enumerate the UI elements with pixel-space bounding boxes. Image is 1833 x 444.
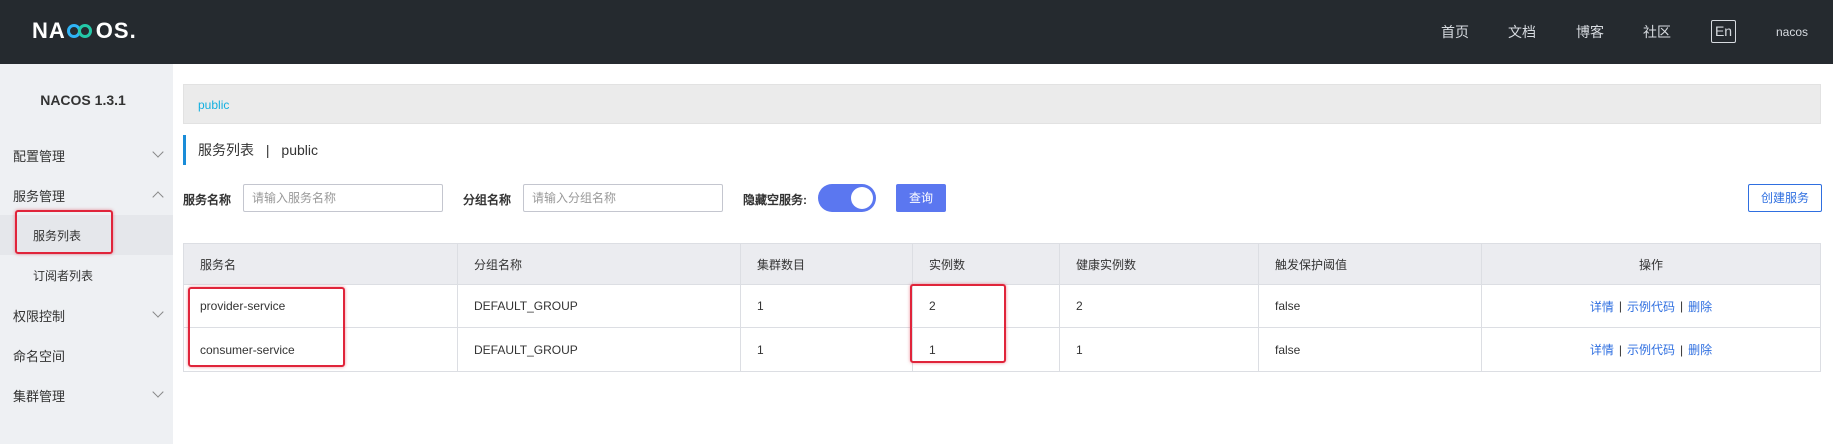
- sidebar-item-access-control[interactable]: 权限控制: [0, 295, 173, 335]
- user-menu[interactable]: nacos: [1776, 25, 1808, 39]
- sidebar-item-label: 集群管理: [13, 388, 66, 404]
- table-header-row: 服务名 分组名称 集群数目 实例数 健康实例数 触发保护阈值 操作: [184, 244, 1820, 285]
- hide-empty-services-toggle[interactable]: [818, 184, 876, 212]
- sidebar-item-cluster-management[interactable]: 集群管理: [0, 375, 173, 415]
- cell-healthy-instance-count: 1: [1060, 328, 1259, 371]
- service-name-input[interactable]: [243, 184, 443, 212]
- cell-instance-count: 2: [913, 285, 1060, 327]
- service-name-label: 服务名称: [183, 193, 232, 207]
- group-name-input[interactable]: [523, 184, 723, 212]
- cell-instance-count: 1: [913, 328, 1060, 371]
- column-header-cluster-count[interactable]: 集群数目: [741, 244, 913, 284]
- delete-link[interactable]: 删除: [1688, 341, 1712, 358]
- nacos-logo[interactable]: NA OS.: [32, 18, 137, 44]
- sidebar-item-label: 命名空间: [13, 348, 66, 364]
- cell-service-name: consumer-service: [184, 328, 458, 371]
- nav-docs[interactable]: 文档: [1508, 22, 1536, 42]
- sidebar-item-label: 服务管理: [13, 188, 66, 204]
- nav-home[interactable]: 首页: [1441, 22, 1469, 42]
- cell-protect-threshold: false: [1259, 328, 1482, 371]
- table-row: provider-service DEFAULT_GROUP 1 2 2 fal…: [184, 285, 1820, 328]
- cell-protect-threshold: false: [1259, 285, 1482, 327]
- column-header-protect-threshold[interactable]: 触发保护阈值: [1259, 244, 1482, 284]
- sidebar-subitem-label: 订阅者列表: [33, 268, 94, 283]
- nav-community[interactable]: 社区: [1643, 22, 1671, 42]
- sidebar-subitem-label: 服务列表: [33, 228, 82, 243]
- detail-link[interactable]: 详情: [1590, 341, 1614, 358]
- cell-cluster-count: 1: [741, 285, 913, 327]
- sidebar-subitem-service-list[interactable]: 服务列表: [0, 215, 173, 255]
- language-toggle-button[interactable]: En: [1711, 20, 1736, 43]
- cell-actions: 详情 | 示例代码 | 删除: [1589, 341, 1713, 358]
- chevron-down-icon: [152, 306, 164, 318]
- cell-healthy-instance-count: 2: [1060, 285, 1259, 327]
- column-header-actions: 操作: [1638, 257, 1663, 272]
- sidebar-subitem-subscriber-list[interactable]: 订阅者列表: [0, 255, 173, 295]
- sidebar-item-label: 权限控制: [13, 308, 66, 324]
- hide-empty-services-label: 隐藏空服务:: [743, 193, 807, 207]
- column-header-healthy-instance-count[interactable]: 健康实例数: [1060, 244, 1259, 284]
- namespace-link-public[interactable]: public: [198, 98, 229, 112]
- column-header-instance-count[interactable]: 实例数: [913, 244, 1060, 284]
- column-header-group-name[interactable]: 分组名称: [458, 244, 741, 284]
- detail-link[interactable]: 详情: [1590, 298, 1614, 315]
- sidebar-item-service-management[interactable]: 服务管理: [0, 175, 173, 215]
- sidebar: NACOS 1.3.1 配置管理 服务管理 服务列表 订阅者列表 权限控制 命名…: [0, 64, 173, 444]
- delete-link[interactable]: 删除: [1688, 298, 1712, 315]
- cell-group-name: DEFAULT_GROUP: [458, 328, 741, 371]
- column-header-service-name[interactable]: 服务名: [184, 244, 458, 284]
- table-row: consumer-service DEFAULT_GROUP 1 1 1 fal…: [184, 328, 1820, 371]
- sidebar-item-config-management[interactable]: 配置管理: [0, 135, 173, 175]
- logo-rings-icon: [66, 24, 95, 38]
- version-label: NACOS 1.3.1: [40, 92, 126, 108]
- sample-code-link[interactable]: 示例代码: [1627, 341, 1675, 358]
- page-title: 服务列表 | public: [183, 135, 318, 165]
- chevron-down-icon: [152, 386, 164, 398]
- sidebar-item-namespace[interactable]: 命名空间: [0, 335, 173, 375]
- chevron-down-icon: [152, 146, 164, 158]
- cell-service-name: provider-service: [184, 285, 458, 327]
- sidebar-item-label: 配置管理: [13, 148, 66, 164]
- service-table: 服务名 分组名称 集群数目 实例数 健康实例数 触发保护阈值 操作 provid…: [183, 243, 1821, 372]
- create-service-button[interactable]: 创建服务: [1748, 184, 1822, 212]
- toggle-knob: [851, 187, 873, 209]
- query-button[interactable]: 查询: [896, 184, 946, 212]
- group-name-label: 分组名称: [463, 193, 512, 207]
- nav-blog[interactable]: 博客: [1576, 22, 1604, 42]
- sample-code-link[interactable]: 示例代码: [1627, 298, 1675, 315]
- chevron-up-icon: [152, 191, 164, 203]
- cell-group-name: DEFAULT_GROUP: [458, 285, 741, 327]
- top-navbar: NA OS. 首页 文档 博客 社区 En nacos: [0, 0, 1833, 64]
- cell-actions: 详情 | 示例代码 | 删除: [1589, 298, 1713, 315]
- cell-cluster-count: 1: [741, 328, 913, 371]
- namespace-bar: public: [183, 84, 1821, 124]
